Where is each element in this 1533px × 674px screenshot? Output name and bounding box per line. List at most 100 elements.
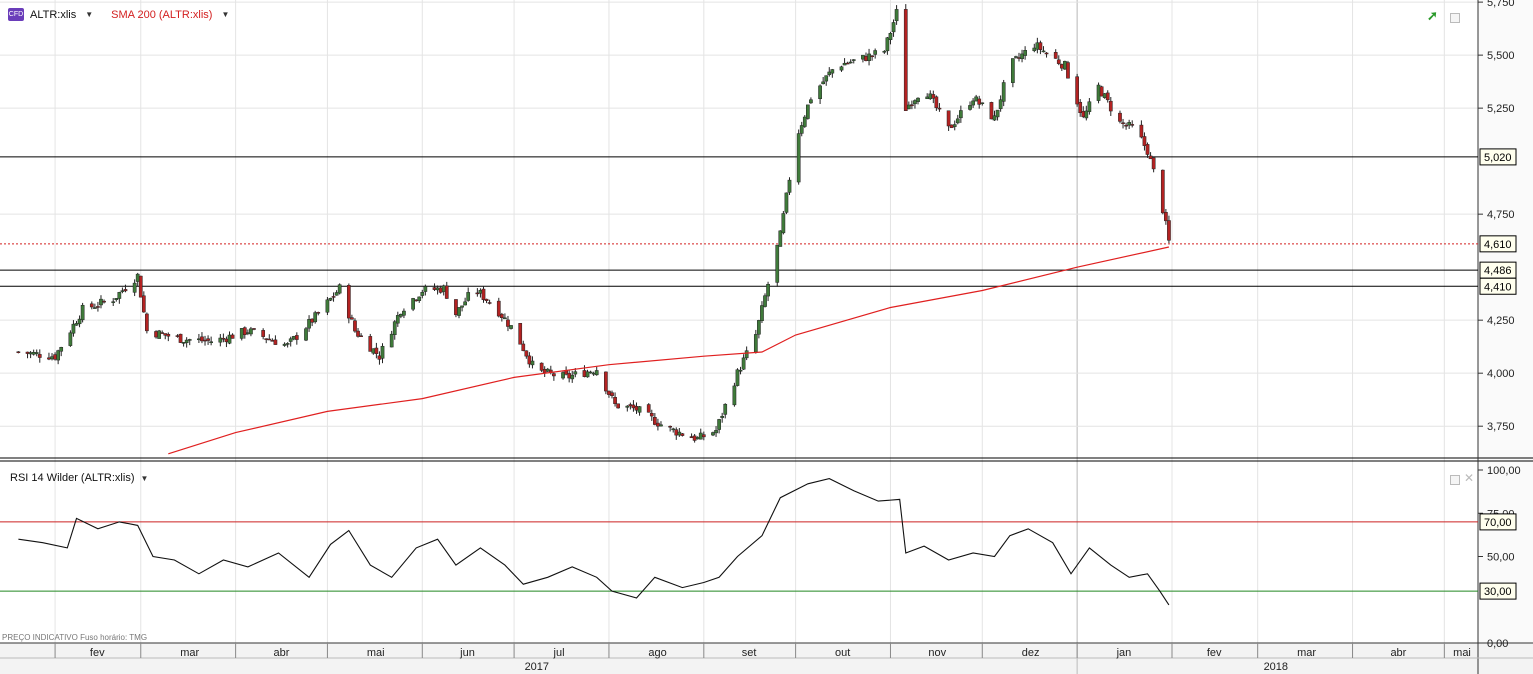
candle-body bbox=[652, 417, 657, 425]
candle-body bbox=[209, 341, 213, 343]
candle-body bbox=[1063, 60, 1067, 70]
month-label: out bbox=[835, 647, 850, 659]
candle-body bbox=[239, 328, 244, 339]
candle-body bbox=[1102, 93, 1107, 98]
month-label: mai bbox=[1453, 647, 1471, 659]
candle-body bbox=[331, 296, 336, 298]
candle-body bbox=[656, 422, 660, 427]
candle-body bbox=[313, 312, 318, 323]
candle-body bbox=[246, 332, 250, 334]
sma-dropdown-icon[interactable]: ▼ bbox=[221, 10, 229, 19]
candle-body bbox=[435, 287, 440, 291]
candle-body bbox=[674, 429, 679, 436]
level-label: 4,410 bbox=[1484, 281, 1512, 293]
month-label: abr bbox=[274, 647, 290, 659]
candle-body bbox=[304, 328, 308, 341]
candle-body bbox=[695, 437, 700, 440]
candle-body bbox=[16, 351, 21, 353]
candle-body bbox=[47, 357, 51, 360]
rsi-maximize-icon[interactable] bbox=[1450, 475, 1460, 485]
candle-body bbox=[334, 292, 339, 296]
candle-body bbox=[1032, 47, 1037, 52]
candle-body bbox=[166, 333, 171, 337]
candle-body bbox=[545, 368, 550, 372]
candle-body bbox=[824, 75, 829, 82]
candle-body bbox=[414, 299, 419, 302]
candle-body bbox=[80, 304, 85, 321]
candle-body bbox=[781, 213, 786, 234]
candle-body bbox=[310, 318, 314, 323]
symbol-dropdown-icon[interactable]: ▼ bbox=[85, 10, 93, 19]
candle-body bbox=[802, 116, 807, 127]
candle-body bbox=[968, 105, 972, 110]
candle-body bbox=[588, 371, 593, 374]
price-axis-panel bbox=[1478, 0, 1533, 674]
candle-body bbox=[775, 244, 780, 283]
price-tick-label: 5,500 bbox=[1487, 50, 1515, 62]
candle-body bbox=[604, 371, 608, 392]
candle-body bbox=[1160, 169, 1165, 214]
year-label: 2017 bbox=[525, 661, 549, 673]
candle-body bbox=[711, 432, 715, 436]
candle-body bbox=[1066, 62, 1070, 79]
candle-body bbox=[680, 433, 685, 436]
candle-body bbox=[567, 373, 572, 379]
candle-body bbox=[111, 301, 116, 303]
candle-body bbox=[328, 297, 333, 301]
candle-body bbox=[928, 93, 933, 100]
month-label: mai bbox=[367, 647, 385, 659]
maximize-icon[interactable] bbox=[1450, 13, 1460, 23]
candle-body bbox=[570, 374, 575, 380]
candle-body bbox=[760, 305, 764, 322]
candle-body bbox=[141, 295, 146, 313]
rsi-close-icon[interactable]: ✕ bbox=[1464, 471, 1474, 485]
candle-body bbox=[1035, 42, 1040, 50]
candle-body bbox=[288, 338, 293, 342]
month-label: fev bbox=[90, 647, 105, 659]
rsi-dropdown-icon[interactable]: ▼ bbox=[141, 474, 149, 483]
month-label: mar bbox=[1297, 647, 1316, 659]
candle-body bbox=[380, 345, 385, 359]
candle-body bbox=[861, 54, 865, 60]
candle-body bbox=[230, 334, 235, 339]
price-tick-label: 5,750 bbox=[1487, 0, 1515, 9]
candle-body bbox=[145, 313, 149, 332]
rsi-legend[interactable]: RSI 14 Wilder (ALTR:xlis) ▼ bbox=[10, 472, 148, 484]
candle-body bbox=[539, 362, 544, 371]
candle-body bbox=[839, 66, 844, 71]
price-tick-label: 4,250 bbox=[1487, 315, 1515, 327]
candle-body bbox=[56, 350, 60, 361]
candle-body bbox=[1017, 57, 1021, 59]
chart-canvas[interactable]: 5,750 5,500 5,250 4,750 4,250 4,000 3,750 5,020… bbox=[0, 0, 1533, 674]
candle-body bbox=[441, 285, 446, 292]
candle-body bbox=[744, 350, 749, 359]
candle-body bbox=[135, 273, 140, 282]
candle-body bbox=[631, 404, 636, 409]
rsi-legend-label[interactable]: RSI 14 Wilder (ALTR:xlis) bbox=[10, 472, 134, 484]
candle-body bbox=[689, 436, 694, 439]
candle-body bbox=[68, 332, 73, 346]
candle-body bbox=[270, 340, 275, 342]
candle-body bbox=[946, 110, 951, 127]
candle-body bbox=[916, 97, 920, 102]
candle-body bbox=[392, 321, 397, 335]
candle-body bbox=[114, 298, 119, 301]
candle-body bbox=[937, 107, 942, 110]
candle-body bbox=[1167, 220, 1171, 241]
trending-up-icon[interactable]: ➚ bbox=[1427, 8, 1438, 24]
candle-body bbox=[203, 339, 207, 342]
main-legend[interactable]: CFD ALTR:xlis ▼ SMA 200 (ALTR:xlis) ▼ bbox=[8, 8, 229, 21]
symbol-label[interactable]: ALTR:xlis bbox=[30, 9, 76, 21]
candle-body bbox=[995, 109, 1000, 118]
sma-legend-label[interactable]: SMA 200 (ALTR:xlis) bbox=[111, 9, 212, 21]
candle-body bbox=[1148, 155, 1153, 160]
candle-body bbox=[503, 317, 507, 320]
candle-body bbox=[1121, 122, 1125, 124]
candle-body bbox=[1038, 42, 1043, 50]
candle-body bbox=[307, 319, 311, 329]
candle-body bbox=[28, 352, 33, 355]
candle-body bbox=[738, 370, 743, 372]
candle-body bbox=[484, 298, 489, 302]
candle-body bbox=[552, 373, 556, 377]
candle-body bbox=[1075, 76, 1079, 105]
